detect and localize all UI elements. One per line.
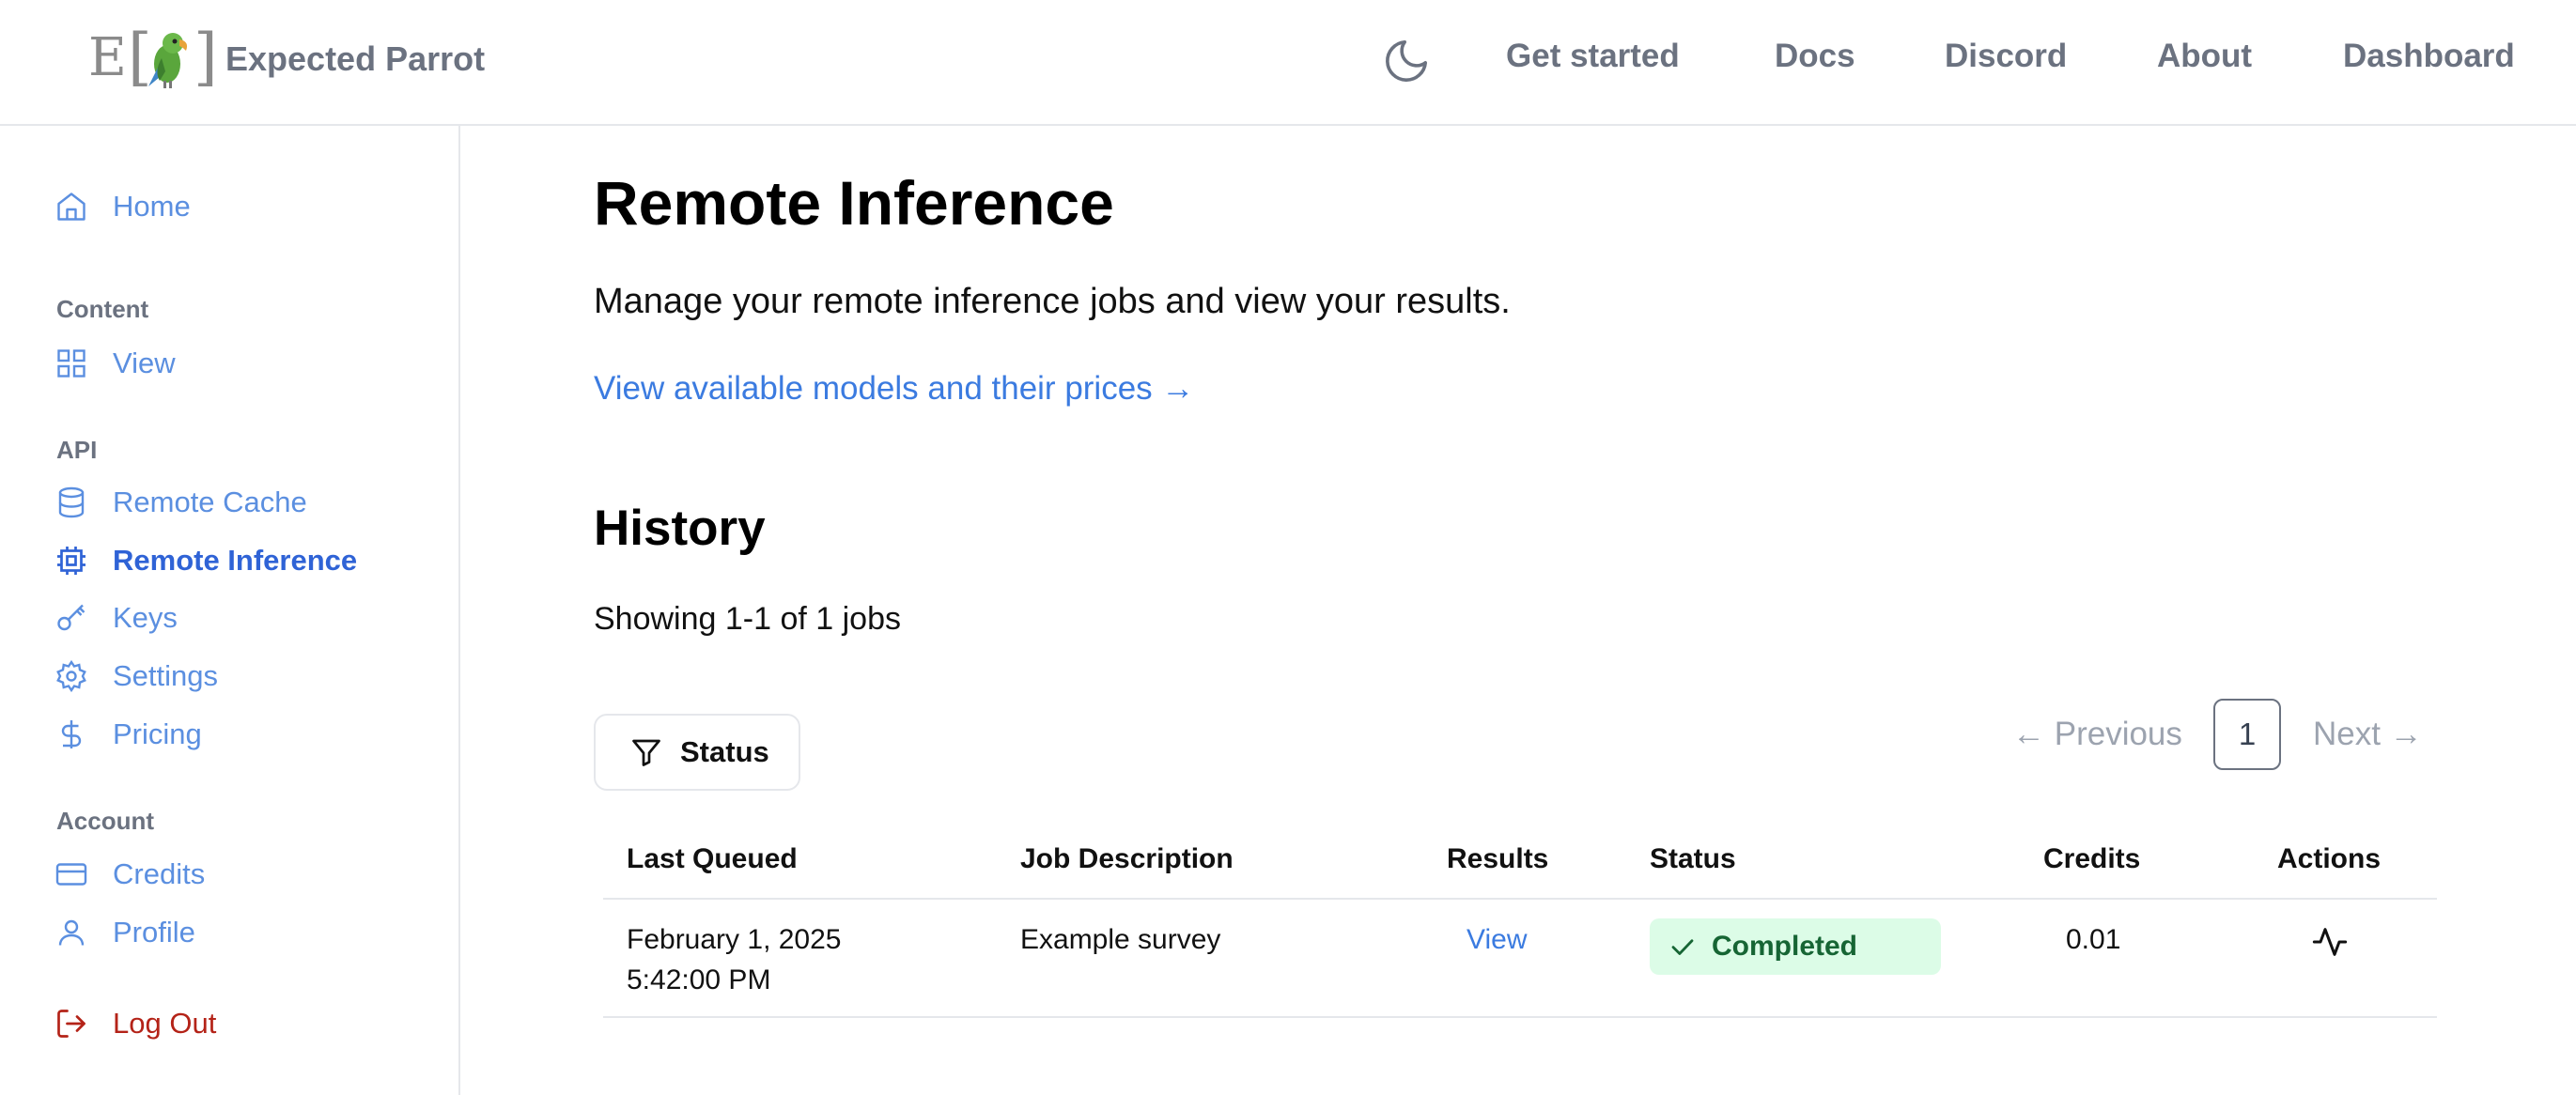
sidebar-item-label: Profile [113,916,195,948]
nav-get-started[interactable]: Get started [1506,38,1680,75]
credit-card-icon [54,857,88,891]
status-badge: Completed [1650,918,1941,975]
sidebar-item-profile[interactable]: Profile [54,911,195,954]
grid-icon [54,347,88,380]
sidebar-item-remote-cache[interactable]: Remote Cache [54,481,307,524]
home-icon [54,190,88,224]
gear-icon [54,659,88,693]
view-models-link[interactable]: View available models and their prices → [594,370,1194,408]
parrot-icon [148,33,188,88]
status-badge-label: Completed [1712,931,1858,962]
sidebar: Home Content View API Remote Cache Remot… [0,126,460,1095]
cpu-icon [54,544,88,578]
logout-icon [54,1007,88,1041]
sidebar-item-label: Remote Cache [113,486,307,518]
history-title: History [594,501,766,556]
database-icon [54,486,88,519]
status-filter-label: Status [680,735,769,768]
next-page-button[interactable]: Next → [2313,699,2423,770]
sidebar-item-label: Credits [113,857,206,890]
check-icon [1671,939,1694,955]
row-time: 5:42:00 PM [627,964,771,995]
sidebar-section-api: API [56,436,98,464]
logo: E [ ] [88,26,218,92]
sidebar-section-account: Account [56,807,154,835]
column-header-credits[interactable]: Credits [2043,843,2140,875]
column-header-actions[interactable]: Actions [2277,843,2381,875]
sidebar-item-home[interactable]: Home [54,185,191,228]
sidebar-section-content: Content [56,295,149,323]
previous-page-button[interactable]: ← Previous [2012,699,2182,770]
sidebar-item-remote-inference[interactable]: Remote Inference [54,539,357,582]
column-header-job-description[interactable]: Job Description [1020,843,1234,875]
column-header-status[interactable]: Status [1650,843,1736,875]
row-description: Example survey [1020,924,1221,955]
sidebar-item-label: View [113,347,176,379]
page-title: Remote Inference [594,168,1114,238]
row-results-view-link[interactable]: View [1466,924,1527,956]
page-subtitle: Manage your remote inference jobs and vi… [594,282,1511,321]
header-divider [603,898,2437,900]
showing-count: Showing 1-1 of 1 jobs [594,601,901,637]
moon-icon[interactable] [1381,36,1432,86]
nav-docs[interactable]: Docs [1775,38,1855,75]
logo-bracket-right: ] [194,21,218,93]
row-credits: 0.01 [2066,924,2121,955]
brand-name: Expected Parrot [225,39,486,78]
column-header-last-queued[interactable]: Last Queued [627,843,798,875]
user-icon [54,916,88,949]
sidebar-item-logout[interactable]: Log Out [54,1002,216,1045]
sidebar-item-label: Home [113,190,191,223]
sidebar-item-label: Pricing [113,717,202,750]
sidebar-item-pricing[interactable]: Pricing [54,713,202,756]
top-navigation-bar: E [ ] Expected Parrot Get started Docs D… [0,0,2576,126]
sidebar-item-view[interactable]: View [54,342,176,385]
sidebar-item-credits[interactable]: Credits [54,853,205,896]
sidebar-item-keys[interactable]: Keys [54,596,178,640]
row-divider [603,1016,2437,1018]
activity-icon[interactable] [2311,923,2349,965]
sidebar-item-label: Settings [113,659,219,692]
filter-icon [632,739,660,766]
sidebar-item-settings[interactable]: Settings [54,655,218,698]
row-date: February 1, 2025 [627,924,842,955]
nav-about[interactable]: About [2157,38,2252,75]
column-header-results[interactable]: Results [1447,843,1548,875]
key-icon [54,601,88,635]
sidebar-item-label: Keys [113,601,178,634]
logo-letter: E [88,27,127,88]
sidebar-item-label: Log Out [113,1007,217,1040]
nav-dashboard[interactable]: Dashboard [2343,38,2515,75]
status-filter-button[interactable]: Status [594,714,800,791]
nav-discord[interactable]: Discord [1945,38,2067,75]
current-page[interactable]: 1 [2213,699,2281,770]
sidebar-item-label: Remote Inference [113,544,358,577]
brand[interactable]: E [ ] Expected Parrot [88,26,485,92]
dollar-icon [54,717,88,751]
